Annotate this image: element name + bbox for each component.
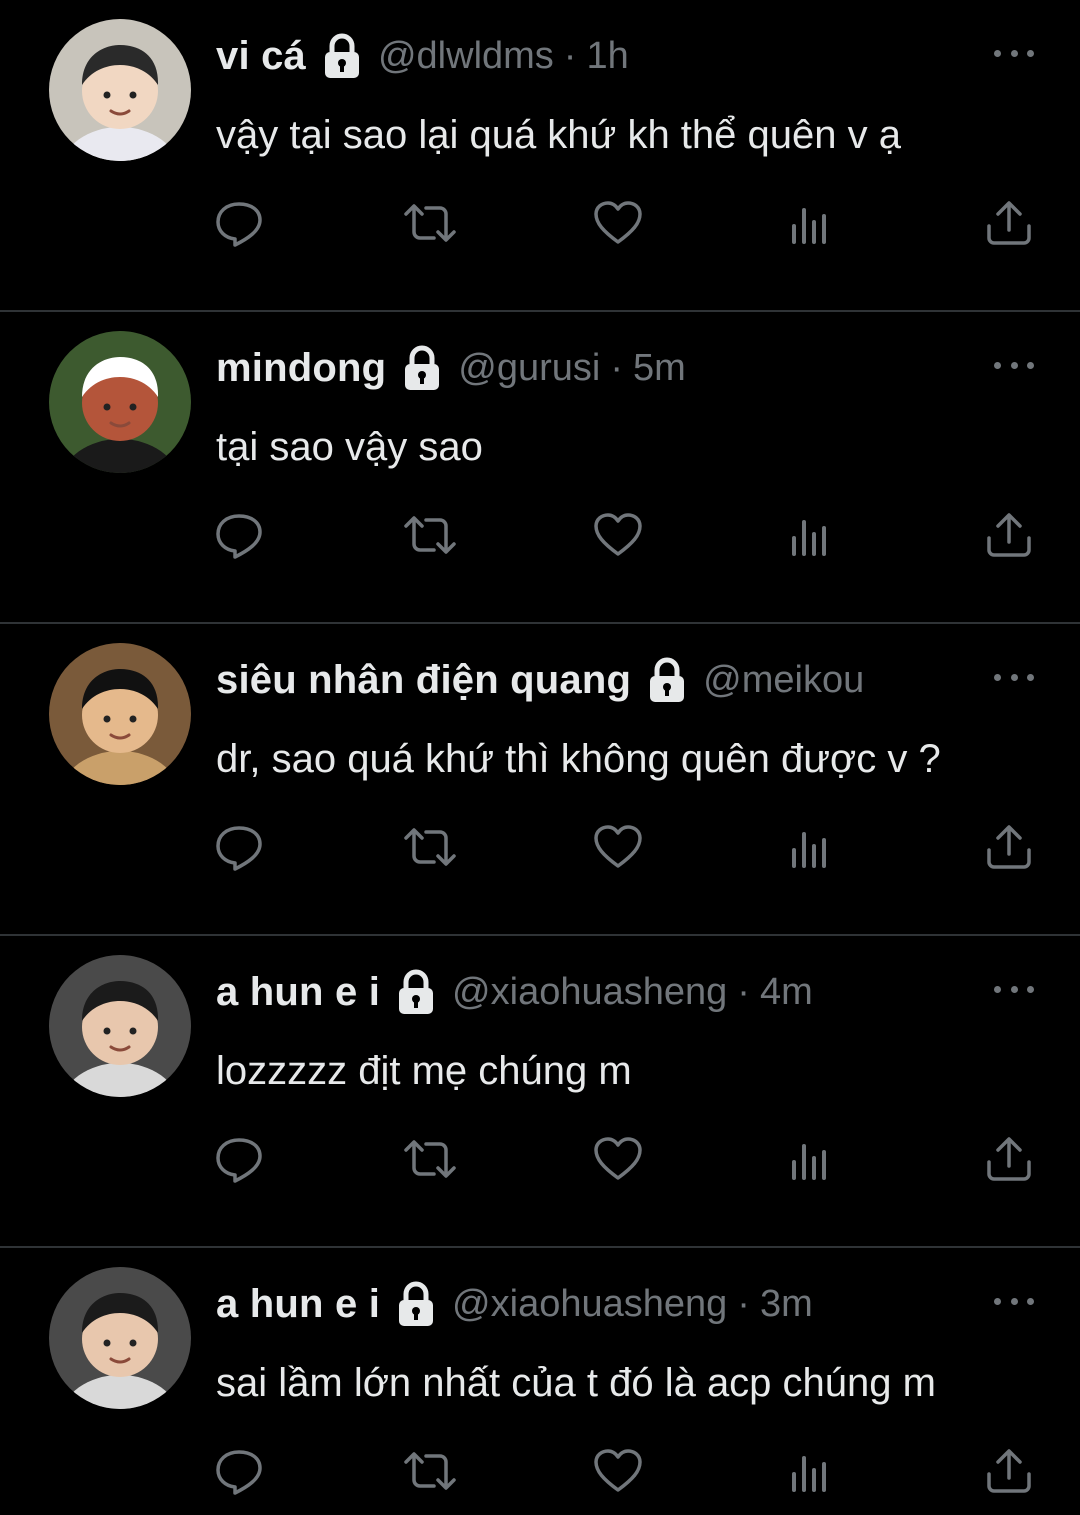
heart-icon[interactable] [590,1131,646,1187]
handle[interactable]: @meikou [703,659,864,702]
share-icon[interactable] [981,507,1037,563]
timestamp[interactable]: 1h [586,35,628,78]
heart-icon[interactable] [590,1443,646,1499]
avatar[interactable] [49,643,191,785]
reply-icon[interactable] [211,195,267,251]
tweet-actions [0,1443,1080,1499]
tweet-header: siêu nhân điện quang @meikou [216,650,970,710]
reply-icon[interactable] [211,819,267,875]
tweet-text: tại sao vậy sao [216,425,483,469]
avatar[interactable] [49,19,191,161]
reply-icon[interactable] [211,507,267,563]
tweet[interactable]: mindong @gurusi · 5m tại sao vậy sao [0,312,1080,624]
views-icon[interactable] [782,1443,838,1499]
tweet-actions [0,819,1080,875]
avatar[interactable] [49,1267,191,1409]
more-icon[interactable] [994,350,1034,380]
retweet-icon[interactable] [402,1131,458,1187]
lock-icon [647,657,687,703]
timestamp[interactable]: 5m [633,347,686,390]
more-icon[interactable] [994,38,1034,68]
display-name[interactable]: a hun e i [216,970,380,1015]
tweet-text: lozzzzz địt mẹ chúng m [216,1049,632,1093]
handle[interactable]: @gurusi [458,347,600,390]
share-icon[interactable] [981,195,1037,251]
tweet[interactable]: siêu nhân điện quang @meikou dr, sao quá… [0,624,1080,936]
more-icon[interactable] [994,974,1034,1004]
handle[interactable]: @dlwldms [378,35,554,78]
tweet-header: a hun e i @xiaohuasheng · 4m [216,962,970,1022]
retweet-icon[interactable] [402,819,458,875]
display-name[interactable]: vi cá [216,34,306,79]
tweet-actions [0,1131,1080,1187]
avatar[interactable] [49,955,191,1097]
timestamp[interactable]: 3m [760,1283,813,1326]
tweet-header: a hun e i @xiaohuasheng · 3m [216,1274,970,1334]
tweet-actions [0,195,1080,251]
retweet-icon[interactable] [402,195,458,251]
views-icon[interactable] [782,195,838,251]
tweet-feed: vi cá @dlwldms · 1h vậy tại sao lại quá … [0,0,1080,1515]
display-name[interactable]: siêu nhân điện quang [216,658,631,703]
display-name[interactable]: a hun e i [216,1282,380,1327]
reply-icon[interactable] [211,1131,267,1187]
display-name[interactable]: mindong [216,346,386,391]
views-icon[interactable] [782,1131,838,1187]
tweet-text: sai lầm lớn nhất của t đó là acp chúng m [216,1361,936,1405]
more-icon[interactable] [994,1286,1034,1316]
more-icon[interactable] [994,662,1034,692]
tweet[interactable]: vi cá @dlwldms · 1h vậy tại sao lại quá … [0,0,1080,312]
separator-dot: · [610,346,623,389]
views-icon[interactable] [782,507,838,563]
heart-icon[interactable] [590,507,646,563]
lock-icon [322,33,362,79]
retweet-icon[interactable] [402,1443,458,1499]
tweet-actions [0,507,1080,563]
separator-dot: · [737,1282,750,1325]
views-icon[interactable] [782,819,838,875]
heart-icon[interactable] [590,195,646,251]
lock-icon [396,1281,436,1327]
handle[interactable]: @xiaohuasheng [452,971,727,1014]
tweet-header: vi cá @dlwldms · 1h [216,26,970,86]
lock-icon [402,345,442,391]
separator-dot: · [737,970,750,1013]
lock-icon [396,969,436,1015]
share-icon[interactable] [981,1131,1037,1187]
tweet-text: vậy tại sao lại quá khứ kh thể quên v ạ [216,113,901,157]
handle[interactable]: @xiaohuasheng [452,1283,727,1326]
heart-icon[interactable] [590,819,646,875]
tweet[interactable]: a hun e i @xiaohuasheng · 3m sai lầm lớn… [0,1248,1080,1515]
tweet-header: mindong @gurusi · 5m [216,338,970,398]
retweet-icon[interactable] [402,507,458,563]
timestamp[interactable]: 4m [760,971,813,1014]
share-icon[interactable] [981,1443,1037,1499]
tweet-text: dr, sao quá khứ thì không quên được v ? [216,737,941,781]
reply-icon[interactable] [211,1443,267,1499]
avatar[interactable] [49,331,191,473]
separator-dot: · [563,34,577,77]
share-icon[interactable] [981,819,1037,875]
tweet[interactable]: a hun e i @xiaohuasheng · 4m lozzzzz địt… [0,936,1080,1248]
